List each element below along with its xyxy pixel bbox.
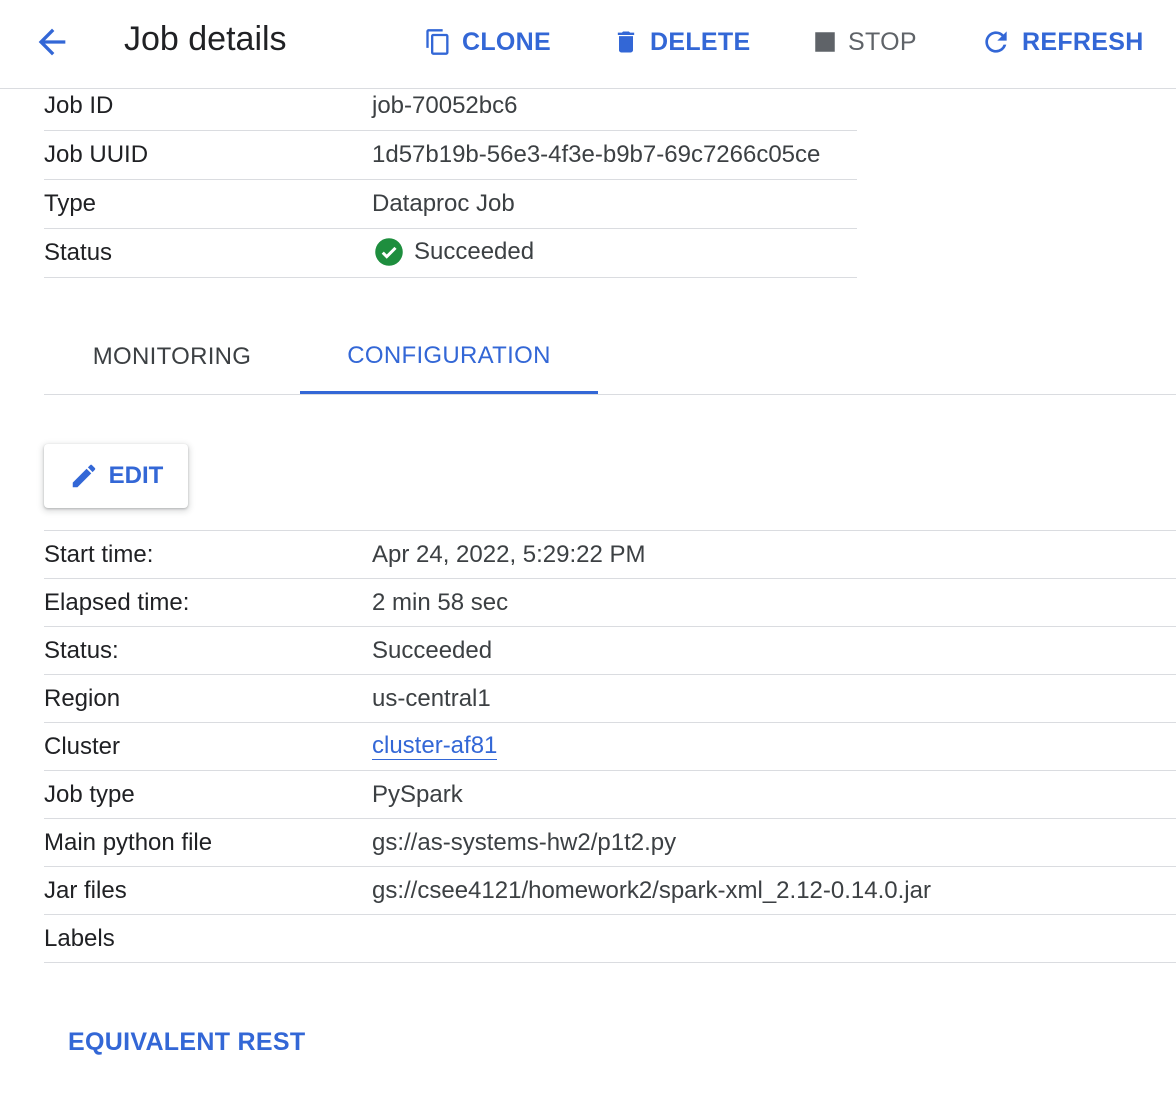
config-row-status: Status: Succeeded (44, 627, 1176, 675)
refresh-button[interactable]: REFRESH (980, 24, 1144, 60)
pencil-icon (72, 464, 95, 488)
config-value: 2 min 58 sec (372, 589, 509, 616)
config-key: Labels (44, 925, 115, 952)
config-value: Succeeded (372, 637, 493, 664)
config-key: Job type (44, 781, 135, 808)
delete-button[interactable]: DELETE (612, 24, 750, 60)
config-row-elapsed-time: Elapsed time: 2 min 58 sec (44, 579, 1176, 627)
config-row-main-python-file: Main python file gs://as-systems-hw2/p1t… (44, 819, 1176, 867)
config-value: gs://csee4121/homework2/spark-xml_2.12-0… (372, 877, 931, 904)
config-key: Cluster (44, 733, 121, 760)
delete-label: DELETE (650, 27, 751, 56)
summary-key: Job UUID (44, 141, 149, 168)
config-key: Region (44, 685, 121, 712)
config-value: us-central1 (372, 685, 491, 712)
arrow-back-icon (38, 28, 66, 56)
summary-value: Dataproc Job (372, 190, 515, 217)
copy-icon (426, 29, 449, 55)
summary-row-status: Status Succeeded (44, 229, 857, 278)
clone-button[interactable]: CLONE (424, 24, 551, 60)
check-circle-icon (375, 238, 403, 266)
tab-monitoring[interactable]: MONITORING (44, 320, 300, 394)
config-row-job-type: Job type PySpark (44, 771, 1176, 819)
page-header: Job details CLONE DELETE STOP REFRESH (0, 0, 1176, 89)
summary-row-type: Type Dataproc Job (44, 180, 857, 229)
config-key: Jar files (44, 877, 127, 904)
tab-bar: MONITORING CONFIGURATION (44, 320, 1176, 395)
config-key: Status: (44, 637, 119, 664)
cluster-link[interactable]: cluster-af81 (372, 732, 498, 761)
summary-value: 1d57b19b-56e3-4f3e-b9b7-69c7266c05ce (372, 141, 821, 168)
refresh-label: REFRESH (1022, 27, 1144, 56)
summary-key: Type (44, 190, 97, 217)
configuration-table: Start time: Apr 24, 2022, 5:29:22 PM Ela… (44, 530, 1176, 963)
config-key: Elapsed time: (44, 589, 190, 616)
tab-configuration[interactable]: CONFIGURATION (300, 320, 598, 394)
clone-label: CLONE (462, 27, 551, 56)
page-title: Job details (124, 20, 287, 58)
equivalent-rest-link[interactable]: EQUIVALENT REST (68, 1028, 305, 1057)
config-row-start-time: Start time: Apr 24, 2022, 5:29:22 PM (44, 531, 1176, 579)
edit-label: EDIT (108, 462, 164, 489)
back-button[interactable] (32, 22, 72, 62)
config-key: Main python file (44, 829, 213, 856)
config-row-region: Region us-central1 (44, 675, 1176, 723)
config-row-jar-files: Jar files gs://csee4121/homework2/spark-… (44, 867, 1176, 915)
summary-value: job-70052bc6 (372, 92, 518, 119)
stop-label: STOP (848, 27, 917, 56)
summary-key: Job ID (44, 92, 114, 119)
stop-icon (815, 32, 835, 52)
summary-row-job-uuid: Job UUID 1d57b19b-56e3-4f3e-b9b7-69c7266… (44, 131, 857, 180)
status-text: Succeeded (414, 238, 535, 265)
config-value: Apr 24, 2022, 5:29:22 PM (372, 541, 646, 568)
summary-row-job-id: Job ID job-70052bc6 (44, 82, 857, 131)
cluster-value: cluster-af81 (372, 732, 498, 761)
status-value: Succeeded (374, 237, 534, 267)
job-summary-table: Job ID job-70052bc6 Job UUID 1d57b19b-56… (44, 82, 857, 278)
edit-button[interactable]: EDIT (44, 444, 188, 508)
config-row-cluster: Cluster cluster-af81 (44, 723, 1176, 771)
config-value: gs://as-systems-hw2/p1t2.py (372, 829, 677, 856)
config-key: Start time: (44, 541, 154, 568)
config-value: PySpark (372, 781, 463, 808)
stop-button[interactable]: STOP (812, 24, 917, 60)
refresh-icon (985, 31, 1007, 53)
trash-icon (617, 31, 635, 53)
config-row-labels: Labels (44, 915, 1176, 963)
summary-key: Status (44, 239, 113, 266)
